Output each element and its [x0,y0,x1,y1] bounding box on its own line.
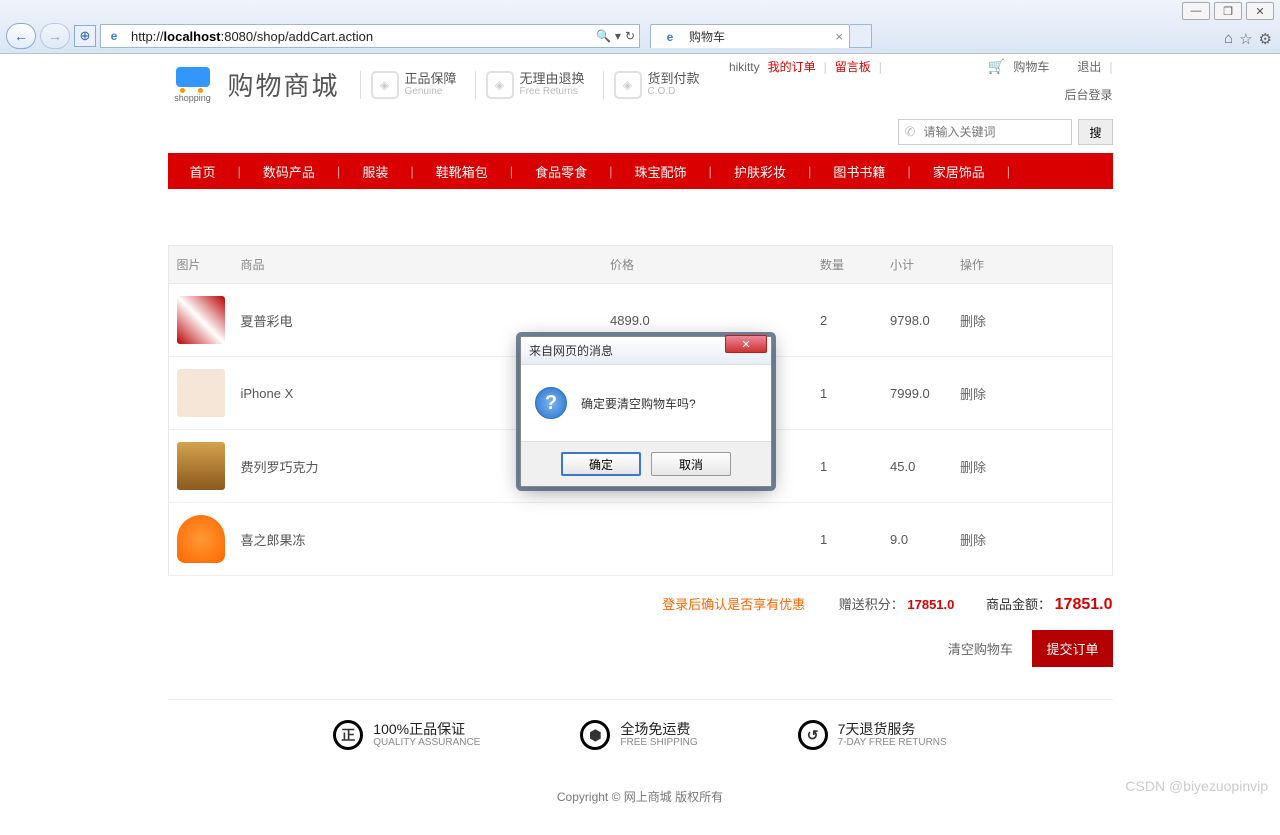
dialog-overlay: 来自网页的消息 ✕ ? 确定要清空购物车吗? 确定 取消 [0,0,1280,800]
dialog-message: 确定要清空购物车吗? [581,395,696,412]
dialog-close-button[interactable]: ✕ [725,335,767,353]
confirm-dialog: 来自网页的消息 ✕ ? 确定要清空购物车吗? 确定 取消 [520,336,772,487]
dialog-buttons: 确定 取消 [521,441,771,486]
dialog-title: 来自网页的消息 ✕ [521,337,771,365]
dialog-body: ? 确定要清空购物车吗? [521,365,771,441]
question-icon: ? [535,387,567,419]
dialog-cancel-button[interactable]: 取消 [651,452,731,476]
dialog-ok-button[interactable]: 确定 [561,452,641,476]
